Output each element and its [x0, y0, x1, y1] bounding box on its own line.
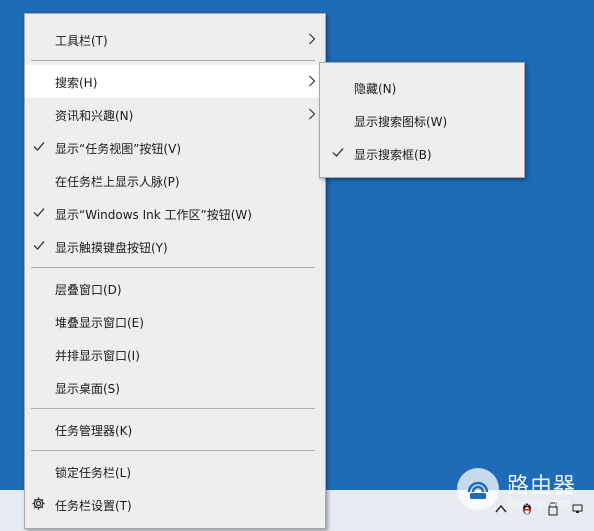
watermark-subtitle: luyouqi.com	[509, 498, 571, 509]
menu-item-show-windows-ink-button[interactable]: 显示“Windows Ink 工作区”按钮(W)	[25, 197, 325, 230]
menu-item-label: 隐藏(N)	[354, 82, 397, 96]
menu-item-label: 工具栏(T)	[55, 34, 108, 48]
menu-item-label: 显示搜索图标(W)	[354, 115, 448, 129]
menu-item-label: 搜索(H)	[55, 76, 98, 90]
submenu-item-show-search-box[interactable]: 显示搜索框(B)	[320, 137, 524, 170]
menu-item-label: 并排显示窗口(I)	[55, 349, 140, 363]
checkmark-icon	[33, 208, 45, 217]
menu-item-label: 锁定任务栏(L)	[55, 466, 132, 480]
menu-item-toolbars[interactable]: 工具栏(T)	[25, 23, 325, 56]
menu-item-label: 显示搜索框(B)	[354, 148, 432, 162]
menu-separator	[31, 408, 315, 409]
router-logo-icon	[457, 468, 499, 510]
menu-item-label: 显示“Windows Ink 工作区”按钮(W)	[55, 208, 252, 222]
menu-item-label: 任务管理器(K)	[55, 424, 133, 438]
checkmark-icon	[33, 142, 45, 151]
submenu-item-hidden[interactable]: 隐藏(N)	[320, 71, 524, 104]
menu-item-lock-taskbar[interactable]: 锁定任务栏(L)	[25, 455, 325, 488]
menu-item-show-people[interactable]: 在任务栏上显示人脉(P)	[25, 164, 325, 197]
menu-item-show-task-view-button[interactable]: 显示“任务视图”按钮(V)	[25, 131, 325, 164]
menu-item-label: 任务栏设置(T)	[55, 499, 132, 513]
search-submenu: 隐藏(N) 显示搜索图标(W) 显示搜索框(B)	[319, 62, 525, 178]
menu-separator	[31, 60, 315, 61]
watermark: 路由器 luyouqi.com	[457, 468, 587, 514]
menu-item-search[interactable]: 搜索(H)	[25, 65, 325, 98]
menu-item-label: 显示“任务视图”按钮(V)	[55, 142, 182, 156]
menu-item-label: 显示桌面(S)	[55, 382, 120, 396]
menu-item-news-and-interests[interactable]: 资讯和兴趣(N)	[25, 98, 325, 131]
chevron-right-icon	[309, 108, 316, 120]
menu-item-side-by-side-windows[interactable]: 并排显示窗口(I)	[25, 338, 325, 371]
menu-item-label: 显示触摸键盘按钮(Y)	[55, 241, 168, 255]
taskbar-context-menu: 工具栏(T) 搜索(H) 资讯和兴趣(N) 显示“任务视图”按钮(V) 在任务栏…	[24, 13, 326, 529]
checkmark-icon	[332, 148, 344, 157]
menu-item-label: 在任务栏上显示人脉(P)	[55, 175, 180, 189]
chevron-right-icon	[309, 33, 316, 45]
menu-item-show-desktop[interactable]: 显示桌面(S)	[25, 371, 325, 404]
gear-icon	[32, 497, 45, 510]
submenu-item-show-search-icon[interactable]: 显示搜索图标(W)	[320, 104, 524, 137]
menu-separator	[31, 450, 315, 451]
menu-separator	[31, 267, 315, 268]
watermark-title: 路由器	[507, 474, 577, 499]
checkmark-icon	[33, 241, 45, 250]
menu-item-task-manager[interactable]: 任务管理器(K)	[25, 413, 325, 446]
menu-item-taskbar-settings[interactable]: 任务栏设置(T)	[25, 488, 325, 521]
menu-item-label: 堆叠显示窗口(E)	[55, 316, 144, 330]
chevron-right-icon	[309, 75, 316, 87]
menu-item-label: 层叠窗口(D)	[55, 283, 122, 297]
menu-item-stack-windows[interactable]: 堆叠显示窗口(E)	[25, 305, 325, 338]
menu-item-cascade-windows[interactable]: 层叠窗口(D)	[25, 272, 325, 305]
menu-item-show-touch-keyboard-button[interactable]: 显示触摸键盘按钮(Y)	[25, 230, 325, 263]
menu-item-label: 资讯和兴趣(N)	[55, 109, 134, 123]
